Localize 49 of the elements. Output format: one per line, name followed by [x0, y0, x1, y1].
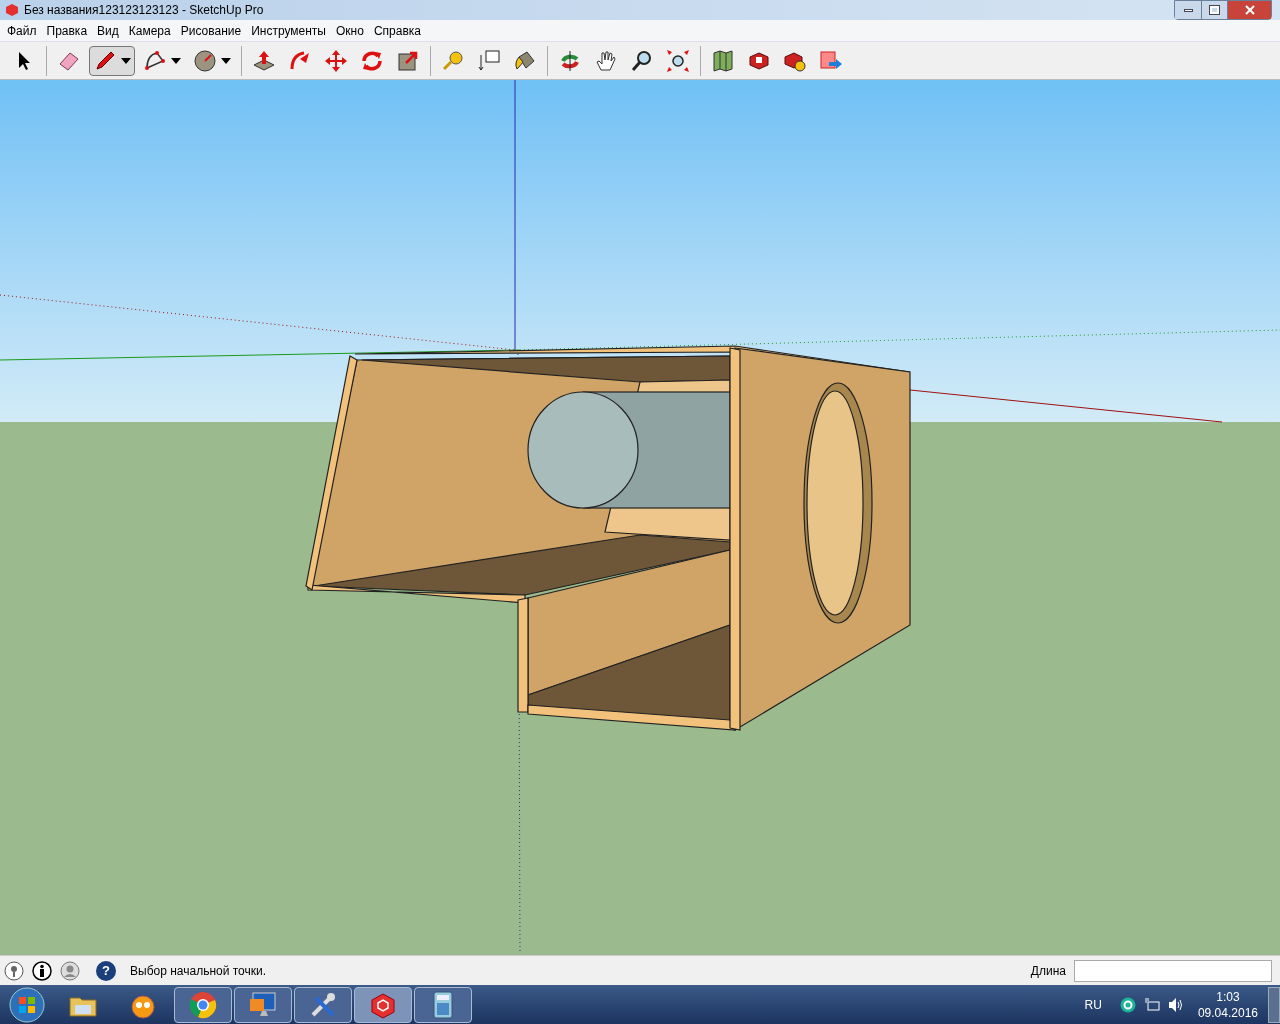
menu-item[interactable]: Справка	[368, 21, 426, 40]
start-button[interactable]	[9, 986, 45, 1023]
menu-item[interactable]: Окно	[331, 21, 369, 40]
taskbar-app-button[interactable]	[294, 986, 352, 1023]
close-icon	[1244, 5, 1255, 15]
measurement-label: Длина	[1030, 962, 1066, 980]
menu-item[interactable]: Рисование	[175, 21, 247, 40]
volume-icon[interactable]	[1167, 996, 1184, 1013]
text-label-icon	[477, 48, 501, 73]
location-pin-icon[interactable]	[4, 960, 24, 981]
magnifier-icon	[630, 48, 654, 73]
language-indicator[interactable]: RU	[1084, 995, 1102, 1014]
arc-icon	[143, 48, 167, 73]
caret-icon	[171, 57, 181, 64]
app-logo-icon	[4, 2, 20, 18]
menu-item[interactable]: Вид	[92, 21, 124, 40]
menu-item[interactable]: Инструменты	[246, 21, 331, 40]
tape-measure-icon	[441, 48, 465, 73]
model-viewport[interactable]	[0, 80, 1280, 955]
rotate-icon	[360, 48, 384, 73]
hand-icon	[594, 48, 618, 73]
show-desktop-button[interactable]	[1268, 986, 1280, 1023]
window-title: Без названия123123123123 - SketchUp Pro	[24, 2, 264, 19]
map-icon	[711, 48, 735, 73]
taskbar-app-button[interactable]	[174, 986, 232, 1023]
status-message: Выбор начальной точки.	[130, 962, 267, 980]
help-button[interactable]: ?	[96, 960, 116, 981]
info-person-icon[interactable]	[32, 960, 52, 981]
measurement-field[interactable]	[1074, 959, 1272, 982]
menu-item[interactable]: Правка	[41, 21, 93, 40]
browser-icon	[188, 989, 218, 1020]
caret-icon	[121, 57, 131, 64]
close-button[interactable]	[1227, 1, 1271, 19]
antivirus-icon[interactable]	[1119, 996, 1136, 1013]
restore-button[interactable]	[1201, 1, 1227, 19]
taskbar-app-button[interactable]	[354, 986, 412, 1023]
minimize-button[interactable]	[1175, 1, 1201, 19]
clock-time[interactable]: 1:03	[1216, 988, 1240, 1005]
user-icon[interactable]	[60, 960, 80, 981]
caret-icon	[221, 57, 231, 64]
circle-icon	[193, 48, 217, 73]
menu-item[interactable]: Файл	[2, 21, 42, 40]
clock-date[interactable]: 09.04.2016	[1197, 1004, 1258, 1021]
move-arrows-icon	[324, 48, 348, 73]
taskbar-app-button[interactable]	[414, 986, 472, 1023]
network-icon[interactable]	[1143, 996, 1160, 1013]
tool-button[interactable]	[89, 45, 135, 76]
zoom-extents-icon	[666, 48, 690, 73]
menu-item[interactable]: Камера	[123, 21, 176, 40]
